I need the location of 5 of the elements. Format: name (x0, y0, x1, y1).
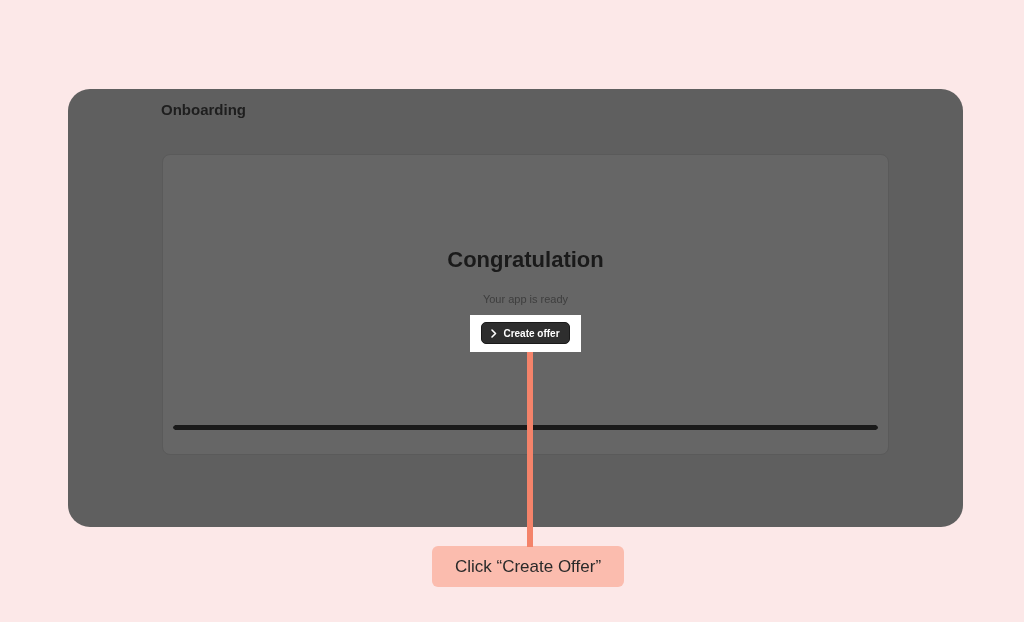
create-offer-button[interactable]: Create offer (481, 322, 570, 344)
chevron-right-icon (491, 328, 498, 338)
callout-label: Click “Create Offer” (432, 546, 624, 587)
page-title: Onboarding (161, 101, 246, 119)
card-title: Congratulation (447, 247, 604, 273)
